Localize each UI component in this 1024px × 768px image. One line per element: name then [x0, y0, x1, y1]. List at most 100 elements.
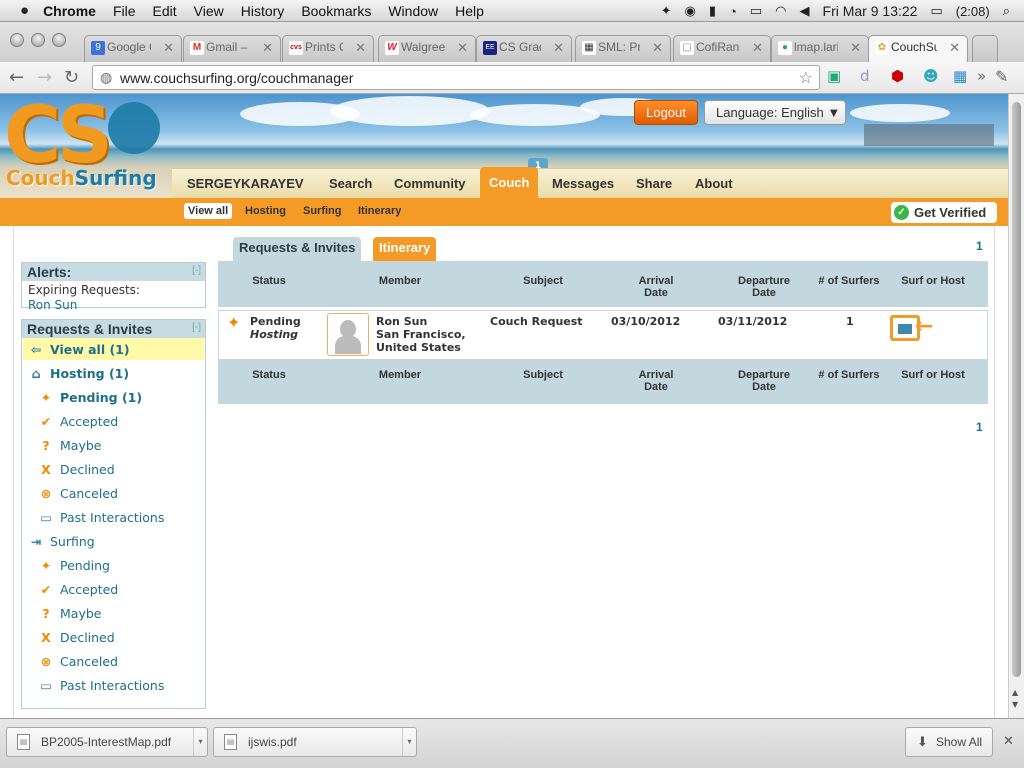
zoom-window-button[interactable]	[52, 33, 66, 47]
tab-close-icon[interactable]: ✕	[652, 40, 663, 56]
minimize-window-button[interactable]	[31, 33, 45, 47]
subnav-itinerary[interactable]: Itinerary	[358, 205, 401, 217]
col-surf-or-host[interactable]: Surf or Host	[890, 275, 976, 287]
page-number-top[interactable]: 1	[976, 239, 983, 253]
clock-text[interactable]: Fri Mar 9 13:22	[823, 3, 918, 19]
tab-close-icon[interactable]: ✕	[949, 40, 960, 56]
scrollbar-thumb[interactable]	[1012, 102, 1021, 677]
get-verified-button[interactable]: ✓ Get Verified	[891, 202, 997, 223]
sidebar-item-hosting[interactable]: ⌂ Hosting (1)	[28, 366, 130, 381]
sidebar-item-surfing-canceled[interactable]: ⊗ Canceled	[38, 654, 118, 669]
sidebar-item-surfing-pending[interactable]: ✦ Pending	[38, 558, 110, 573]
sidebar-item-surfing-maybe[interactable]: ? Maybe	[38, 606, 101, 621]
forward-arrow-icon[interactable]: →	[37, 67, 52, 88]
col-status[interactable]: Status	[238, 275, 300, 287]
battery-icon[interactable]: ▭	[930, 3, 942, 19]
tab-cvs[interactable]: cvs Prints Co ✕	[282, 35, 374, 62]
extensions-overflow-icon[interactable]: »	[977, 67, 986, 85]
member-name-link[interactable]: Ron Sun	[376, 315, 427, 328]
sidebar-item-surfing-declined[interactable]: X Declined	[38, 630, 115, 645]
row-subject-link[interactable]: Couch Request	[490, 315, 583, 328]
tab-close-icon[interactable]: ✕	[457, 40, 468, 56]
col-departure[interactable]: Departure Date	[728, 275, 800, 299]
scroll-up-icon[interactable]: ▲	[1012, 688, 1018, 697]
volume-icon[interactable]: ◀	[800, 3, 810, 19]
sidebar-item-hosting-declined[interactable]: X Declined	[38, 462, 115, 477]
tab-close-icon[interactable]: ✕	[752, 40, 763, 56]
col-arrival[interactable]: Arrival Date	[626, 369, 686, 393]
subnav-hosting[interactable]: Hosting	[245, 205, 286, 217]
tab-gmail[interactable]: M Gmail – I ✕	[183, 35, 281, 62]
download-item[interactable]: ▤ ijswis.pdf ▾	[213, 727, 417, 757]
logout-button[interactable]: Logout	[634, 100, 698, 125]
sidebar-item-hosting-pending[interactable]: ✦ Pending (1)	[38, 390, 142, 405]
col-surfers[interactable]: # of Surfers	[818, 275, 880, 287]
apple-menu-icon[interactable]: ●	[20, 2, 29, 19]
col-surfers[interactable]: # of Surfers	[818, 369, 880, 381]
time-machine-icon[interactable]: ◔	[729, 4, 737, 19]
subnav-surfing[interactable]: Surfing	[303, 205, 342, 217]
col-arrival[interactable]: Arrival Date	[626, 275, 686, 299]
page-number-bottom[interactable]: 1	[976, 420, 983, 434]
alerts-collapse-toggle[interactable]: [-]	[192, 265, 201, 276]
col-subject[interactable]: Subject	[510, 369, 576, 381]
display-icon[interactable]: ▭	[750, 3, 762, 19]
address-bar[interactable]: ◍ www.couchsurfing.org/couchmanager ☆	[92, 65, 820, 90]
col-member[interactable]: Member	[368, 369, 432, 381]
nav-about[interactable]: About	[695, 169, 733, 199]
bookmark-icon[interactable]: ▮	[709, 3, 716, 19]
download-menu-icon[interactable]: ▾	[402, 728, 416, 756]
menu-edit[interactable]: Edit	[153, 3, 177, 19]
translate-extension-icon[interactable]: ▣	[827, 67, 841, 85]
tab-close-icon[interactable]: ✕	[355, 40, 366, 56]
col-surf-or-host[interactable]: Surf or Host	[890, 369, 976, 381]
tab-close-icon[interactable]: ✕	[850, 40, 861, 56]
tab-cofirank[interactable]: ▢ CofiRank ✕	[673, 35, 771, 62]
page-scrollbar[interactable]: ▲ ▼	[1008, 94, 1024, 718]
language-select[interactable]: Language: English ▼	[704, 100, 846, 125]
tab-close-icon[interactable]: ✕	[262, 40, 273, 56]
dropbox-icon[interactable]: ✦	[661, 3, 672, 19]
tab-couchsurfing[interactable]: ✿ CouchSurf ✕	[868, 35, 968, 63]
tab-sml[interactable]: ▦ SML: Proj ✕	[575, 35, 671, 62]
scroll-down-icon[interactable]: ▼	[1012, 700, 1018, 709]
table-row[interactable]: ✦ Pending Hosting Ron Sun San Francisco,…	[218, 310, 988, 360]
nav-username[interactable]: SERGEYKARAYEV	[187, 169, 304, 199]
sidebar-item-view-all[interactable]: ⇦ View all (1)	[28, 342, 130, 357]
download-item[interactable]: ▤ BP2005-InterestMap.pdf ▾	[6, 727, 208, 757]
sidebar-item-surfing-accepted[interactable]: ✔ Accepted	[38, 582, 118, 597]
nav-community[interactable]: Community	[394, 169, 466, 199]
member-avatar[interactable]	[327, 313, 369, 356]
menu-file[interactable]: File	[113, 3, 136, 19]
delicious-extension-icon[interactable]: d	[860, 67, 870, 85]
nav-messages[interactable]: Messages	[552, 169, 614, 199]
menu-app-name[interactable]: Chrome	[43, 3, 96, 19]
new-tab-button[interactable]	[972, 35, 998, 62]
star-icon[interactable]: ☆	[799, 68, 813, 88]
sidebar-item-hosting-canceled[interactable]: ⊗ Canceled	[38, 486, 118, 501]
reload-icon[interactable]: ↻	[64, 67, 79, 88]
col-status[interactable]: Status	[238, 369, 300, 381]
tab-requests-invites[interactable]: Requests & Invites	[233, 237, 362, 261]
extension-icon[interactable]: ☻	[923, 67, 939, 85]
tab-google[interactable]: 9 Google C ✕	[84, 35, 182, 62]
nav-search[interactable]: Search	[329, 169, 372, 199]
close-download-shelf-icon[interactable]: ✕	[1003, 734, 1014, 749]
download-menu-icon[interactable]: ▾	[193, 728, 207, 756]
nav-couch[interactable]: Couch	[480, 167, 539, 199]
tab-close-icon[interactable]: ✕	[553, 40, 564, 56]
menu-view[interactable]: View	[194, 3, 224, 19]
show-all-downloads-button[interactable]: ⬇ Show All	[905, 727, 993, 757]
nav-share[interactable]: Share	[636, 169, 672, 199]
col-departure[interactable]: Departure Date	[728, 369, 800, 393]
spotlight-icon[interactable]: ⌕	[1003, 3, 1010, 19]
subnav-view-all[interactable]: View all	[184, 203, 233, 219]
sidebar-item-hosting-accepted[interactable]: ✔ Accepted	[38, 414, 118, 429]
menu-window[interactable]: Window	[388, 3, 438, 19]
wifi-icon[interactable]: ◠	[775, 3, 786, 19]
menu-help[interactable]: Help	[455, 3, 484, 19]
screen-capture-extension-icon[interactable]: ▦	[953, 67, 967, 85]
back-arrow-icon[interactable]: ←	[9, 67, 24, 88]
url-text[interactable]: www.couchsurfing.org/couchmanager	[120, 70, 353, 86]
tab-walgreens[interactable]: W Walgreen ✕	[378, 35, 476, 62]
